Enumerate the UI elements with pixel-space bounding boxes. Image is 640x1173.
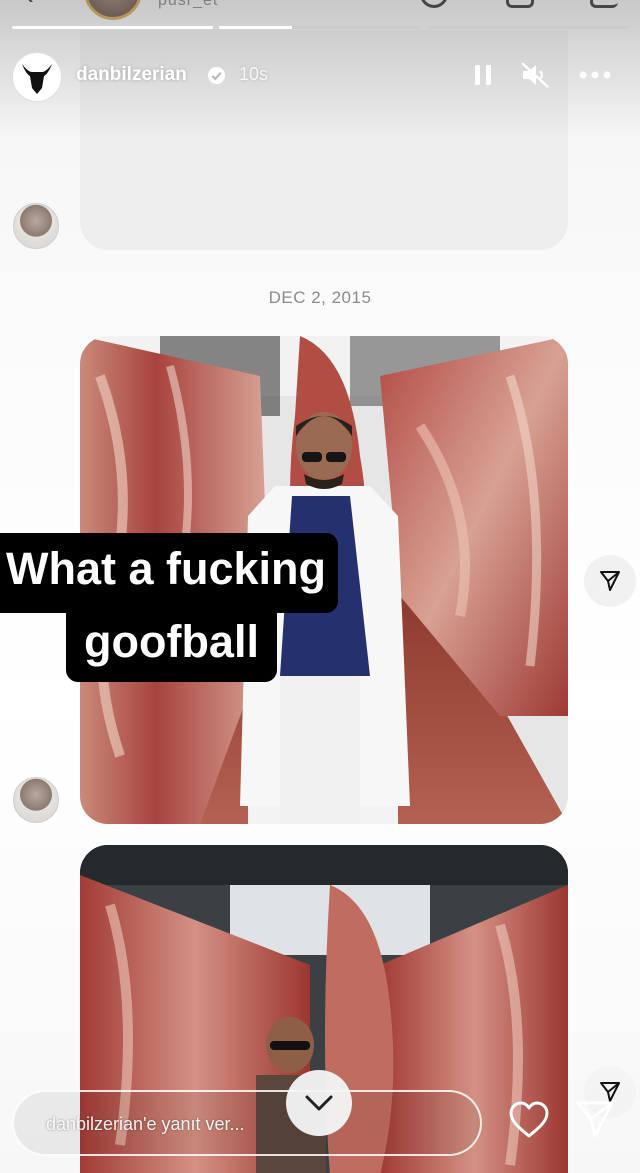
caption-line-2: goofball bbox=[66, 604, 277, 682]
chevron-down-icon bbox=[305, 1095, 333, 1111]
share-button[interactable] bbox=[584, 555, 636, 607]
story-viewer: ‹ pusr_et DEC 2, 2015 bbox=[0, 0, 640, 1173]
send-icon[interactable] bbox=[574, 1098, 616, 1140]
story-timestamp: 10s bbox=[239, 64, 269, 84]
verified-badge-icon bbox=[207, 66, 226, 85]
mute-button[interactable] bbox=[520, 60, 550, 90]
story-progress bbox=[12, 26, 628, 29]
progress-segment bbox=[426, 26, 628, 29]
more-options-button[interactable] bbox=[578, 60, 612, 90]
pause-button[interactable] bbox=[468, 60, 498, 90]
pause-icon bbox=[475, 65, 491, 85]
heart-icon[interactable] bbox=[508, 1100, 550, 1140]
scroll-down-button[interactable] bbox=[286, 1070, 352, 1136]
sender-avatar[interactable] bbox=[13, 203, 59, 249]
share-arrow-icon bbox=[600, 571, 620, 591]
speaker-muted-icon bbox=[521, 62, 549, 88]
story-username[interactable]: danbilzerian bbox=[76, 64, 187, 86]
caption-line-1: What a fucking bbox=[0, 533, 339, 613]
sender-avatar[interactable] bbox=[13, 777, 59, 823]
reply-placeholder: danbilzerian'e yanıt ver... bbox=[46, 1114, 245, 1134]
progress-segment bbox=[12, 26, 214, 29]
story-avatar[interactable] bbox=[12, 52, 62, 102]
goat-logo-icon bbox=[22, 64, 52, 94]
reply-input[interactable]: danbilzerian'e yanıt ver... bbox=[12, 1090, 482, 1156]
more-horizontal-icon bbox=[579, 71, 611, 79]
progress-segment bbox=[219, 26, 421, 29]
date-separator: DEC 2, 2015 bbox=[268, 288, 372, 307]
